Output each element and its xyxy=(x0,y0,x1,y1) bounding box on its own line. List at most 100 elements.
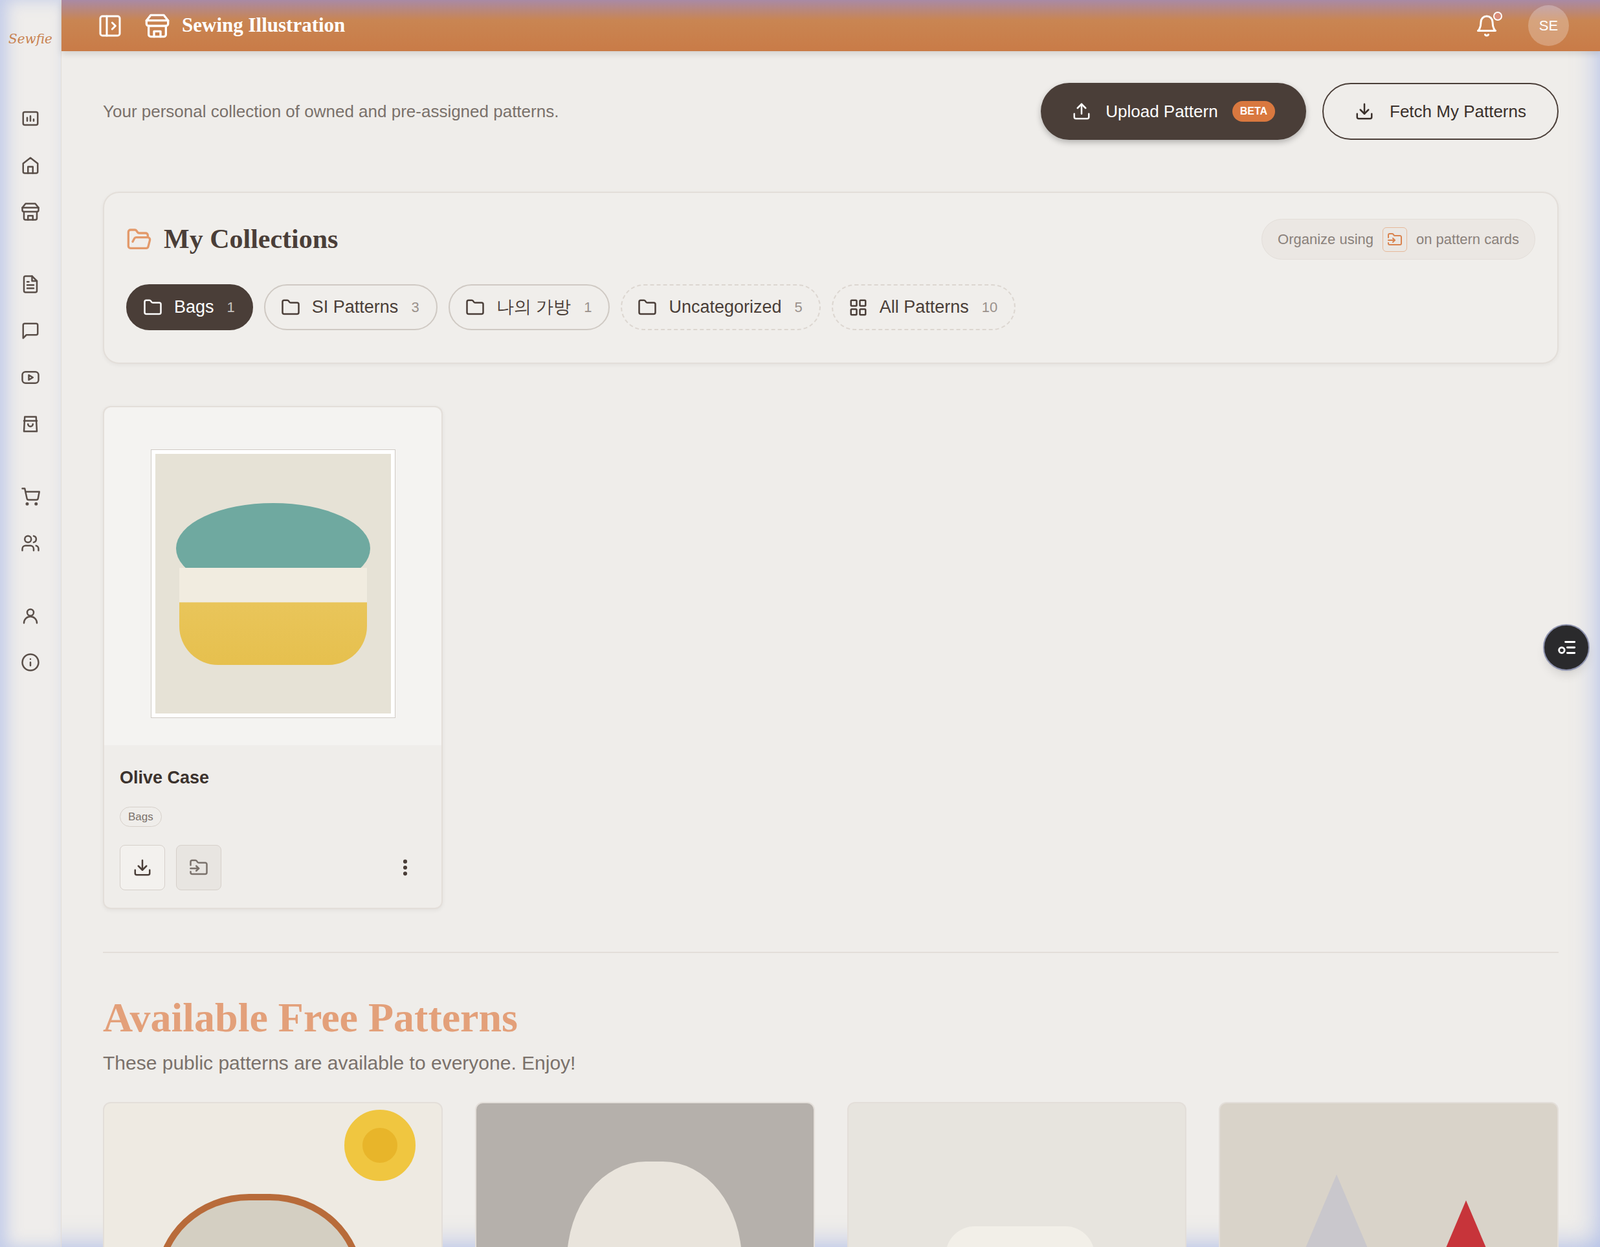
move-to-folder-icon xyxy=(1387,231,1403,248)
pattern-title: Olive Case xyxy=(119,764,426,791)
collections-header: My Collections Organize using on pattern c… xyxy=(126,218,1536,260)
sidebar-toggle-icon[interactable] xyxy=(97,12,123,39)
free-pattern-card[interactable] xyxy=(102,1101,443,1247)
organize-hint: Organize using on pattern cards xyxy=(1261,218,1536,260)
sidebar-group xyxy=(20,486,41,553)
collection-chip[interactable]: Uncategorized 5 xyxy=(620,284,821,331)
pattern-cover[interactable] xyxy=(104,407,442,745)
bag-icon[interactable] xyxy=(20,414,41,434)
sidebar-group xyxy=(20,274,41,434)
hint-icon-box xyxy=(1382,227,1408,252)
cover-photo xyxy=(155,453,391,714)
folder-icon xyxy=(143,297,163,318)
sidebar-group xyxy=(20,108,41,222)
collection-count: 1 xyxy=(583,296,592,318)
photo-mitten xyxy=(566,1161,742,1247)
users-icon[interactable] xyxy=(20,533,41,553)
dashboard-icon[interactable] xyxy=(20,108,41,129)
upload-pattern-button[interactable]: Upload Pattern BETA xyxy=(1040,82,1307,140)
main-column: Sewing Illustration SE Your personal col… xyxy=(61,0,1600,1247)
cover-photo-body xyxy=(179,567,367,665)
collection-chip[interactable]: All Patterns 10 xyxy=(831,284,1017,331)
download-icon xyxy=(1354,101,1375,122)
photo-yarn xyxy=(945,1225,1095,1247)
sidebar: Sewfie xyxy=(0,0,62,1247)
user-icon[interactable] xyxy=(20,605,41,626)
free-pattern-card[interactable] xyxy=(1218,1101,1559,1247)
collection-chip[interactable]: 나의 가방 1 xyxy=(448,284,611,331)
photo-cone xyxy=(1265,1174,1408,1247)
free-pattern-card[interactable] xyxy=(475,1101,815,1247)
hint-text: Organize using xyxy=(1277,228,1374,250)
free-pattern-card[interactable] xyxy=(847,1101,1188,1247)
pattern-actions xyxy=(119,844,426,890)
photo-cone xyxy=(1394,1200,1538,1247)
logo[interactable]: Sewfie xyxy=(8,0,53,78)
collection-name: 나의 가방 xyxy=(496,293,572,321)
more-vertical-icon xyxy=(394,856,416,878)
app: Sewfie xyxy=(0,0,1600,1247)
section-divider xyxy=(102,951,1559,953)
user-avatar[interactable]: SE xyxy=(1528,5,1569,46)
pattern-tag: Bags xyxy=(119,806,162,828)
collection-count: 10 xyxy=(981,296,998,318)
fetch-patterns-button[interactable]: Fetch My Patterns xyxy=(1322,82,1559,140)
pattern-action-group xyxy=(119,844,222,890)
notifications-button[interactable] xyxy=(1475,14,1499,38)
info-icon[interactable] xyxy=(20,652,41,672)
free-patterns-title: Available Free Patterns xyxy=(102,992,1559,1043)
store-icon[interactable] xyxy=(20,201,41,222)
header-actions: SE xyxy=(1475,5,1569,46)
hint-text: on pattern cards xyxy=(1416,228,1520,250)
list-settings-icon[interactable] xyxy=(1555,636,1578,659)
action-buttons: Upload Pattern BETA Fetch My Patterns xyxy=(1040,82,1559,140)
logo-text[interactable]: Sewfie xyxy=(8,29,53,49)
pattern-card-body: Olive Case Bags xyxy=(104,744,442,908)
page-description: Your personal collection of owned and pr… xyxy=(102,99,559,125)
collections-panel: My Collections Organize using on pattern c… xyxy=(102,191,1559,364)
pattern-grid: Olive Case Bags xyxy=(102,405,1559,909)
pattern-card[interactable]: Olive Case Bags xyxy=(102,405,443,909)
collection-count: 1 xyxy=(227,296,235,318)
photo-flower xyxy=(344,1109,416,1181)
move-to-collection-button[interactable] xyxy=(176,844,222,890)
intro-row: Your personal collection of owned and pr… xyxy=(102,82,1559,140)
pattern-tags: Bags xyxy=(119,806,426,828)
folder-icon xyxy=(280,297,301,318)
upload-pattern-label: Upload Pattern xyxy=(1105,99,1218,125)
video-icon[interactable] xyxy=(20,367,41,388)
free-patterns-subtitle: These public patterns are available to e… xyxy=(102,1047,1559,1078)
collection-count: 5 xyxy=(794,296,803,318)
beta-badge: BETA xyxy=(1232,100,1276,122)
main-content: Your personal collection of owned and pr… xyxy=(61,51,1600,1247)
photo-potholder xyxy=(155,1193,364,1247)
collection-name: Uncategorized xyxy=(668,293,782,321)
fetch-patterns-label: Fetch My Patterns xyxy=(1389,99,1527,125)
download-icon xyxy=(132,857,153,878)
cart-icon[interactable] xyxy=(20,486,41,507)
notification-dot xyxy=(1493,11,1503,21)
floating-menu-button[interactable] xyxy=(1543,623,1590,671)
upload-icon xyxy=(1071,101,1092,122)
home-icon[interactable] xyxy=(20,155,41,175)
document-icon[interactable] xyxy=(20,274,41,294)
folder-icon xyxy=(637,297,657,318)
store-icon xyxy=(144,12,171,39)
collection-chip[interactable]: Bags 1 xyxy=(126,284,254,331)
folder-icon xyxy=(465,297,485,318)
collection-name: SI Patterns xyxy=(311,293,399,321)
cover-photo-frame xyxy=(150,449,396,718)
collection-chip[interactable]: SI Patterns 3 xyxy=(264,284,438,331)
collection-count: 3 xyxy=(411,296,419,318)
message-icon[interactable] xyxy=(20,321,41,341)
collections-title-group: My Collections xyxy=(126,218,338,260)
sidebar-nav xyxy=(20,108,41,672)
page-title: Sewing Illustration xyxy=(181,10,345,41)
collections-title: My Collections xyxy=(163,218,338,260)
sidebar-group xyxy=(20,605,41,672)
more-options-button[interactable] xyxy=(390,844,420,890)
collection-name: All Patterns xyxy=(879,293,969,321)
collection-name: Bags xyxy=(174,293,215,321)
download-button[interactable] xyxy=(119,844,166,890)
free-pattern-grid xyxy=(102,1101,1559,1247)
